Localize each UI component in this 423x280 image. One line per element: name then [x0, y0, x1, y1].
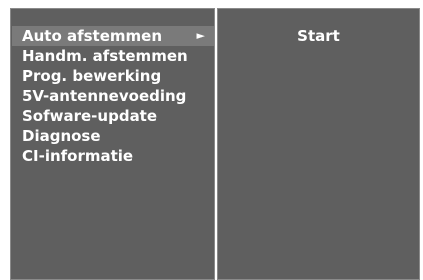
menu-item-prog-bewerking[interactable]: Prog. bewerking	[12, 66, 214, 86]
tv-setup-osd: Auto afstemmen ► Handm. afstemmen Prog. …	[10, 8, 420, 280]
menu-item-label: Prog. bewerking	[22, 67, 162, 85]
menu-item-sofware-update[interactable]: Sofware-update	[12, 106, 214, 126]
setup-menu-panel: Auto afstemmen ► Handm. afstemmen Prog. …	[10, 8, 215, 280]
menu-item-diagnose[interactable]: Diagnose	[12, 126, 214, 146]
start-label: Start	[297, 27, 340, 45]
menu-item-auto-afstemmen[interactable]: Auto afstemmen ►	[12, 26, 214, 46]
menu-item-label: Handm. afstemmen	[22, 47, 188, 65]
menu-item-handm-afstemmen[interactable]: Handm. afstemmen	[12, 46, 214, 66]
menu-item-label: Auto afstemmen	[22, 27, 163, 45]
submenu-arrow-icon: ►	[196, 29, 205, 42]
setup-menu-list: Auto afstemmen ► Handm. afstemmen Prog. …	[12, 26, 214, 166]
menu-item-label: CI-informatie	[22, 147, 134, 165]
menu-item-ci-informatie[interactable]: CI-informatie	[12, 146, 214, 166]
start-button[interactable]: Start	[218, 26, 419, 46]
menu-item-label: Sofware-update	[22, 107, 158, 125]
menu-item-label: 5V-antennevoeding	[22, 87, 187, 105]
menu-item-label: Diagnose	[22, 127, 101, 145]
submenu-panel: Start	[217, 8, 420, 280]
menu-item-5v-antennevoeding[interactable]: 5V-antennevoeding	[12, 86, 214, 106]
